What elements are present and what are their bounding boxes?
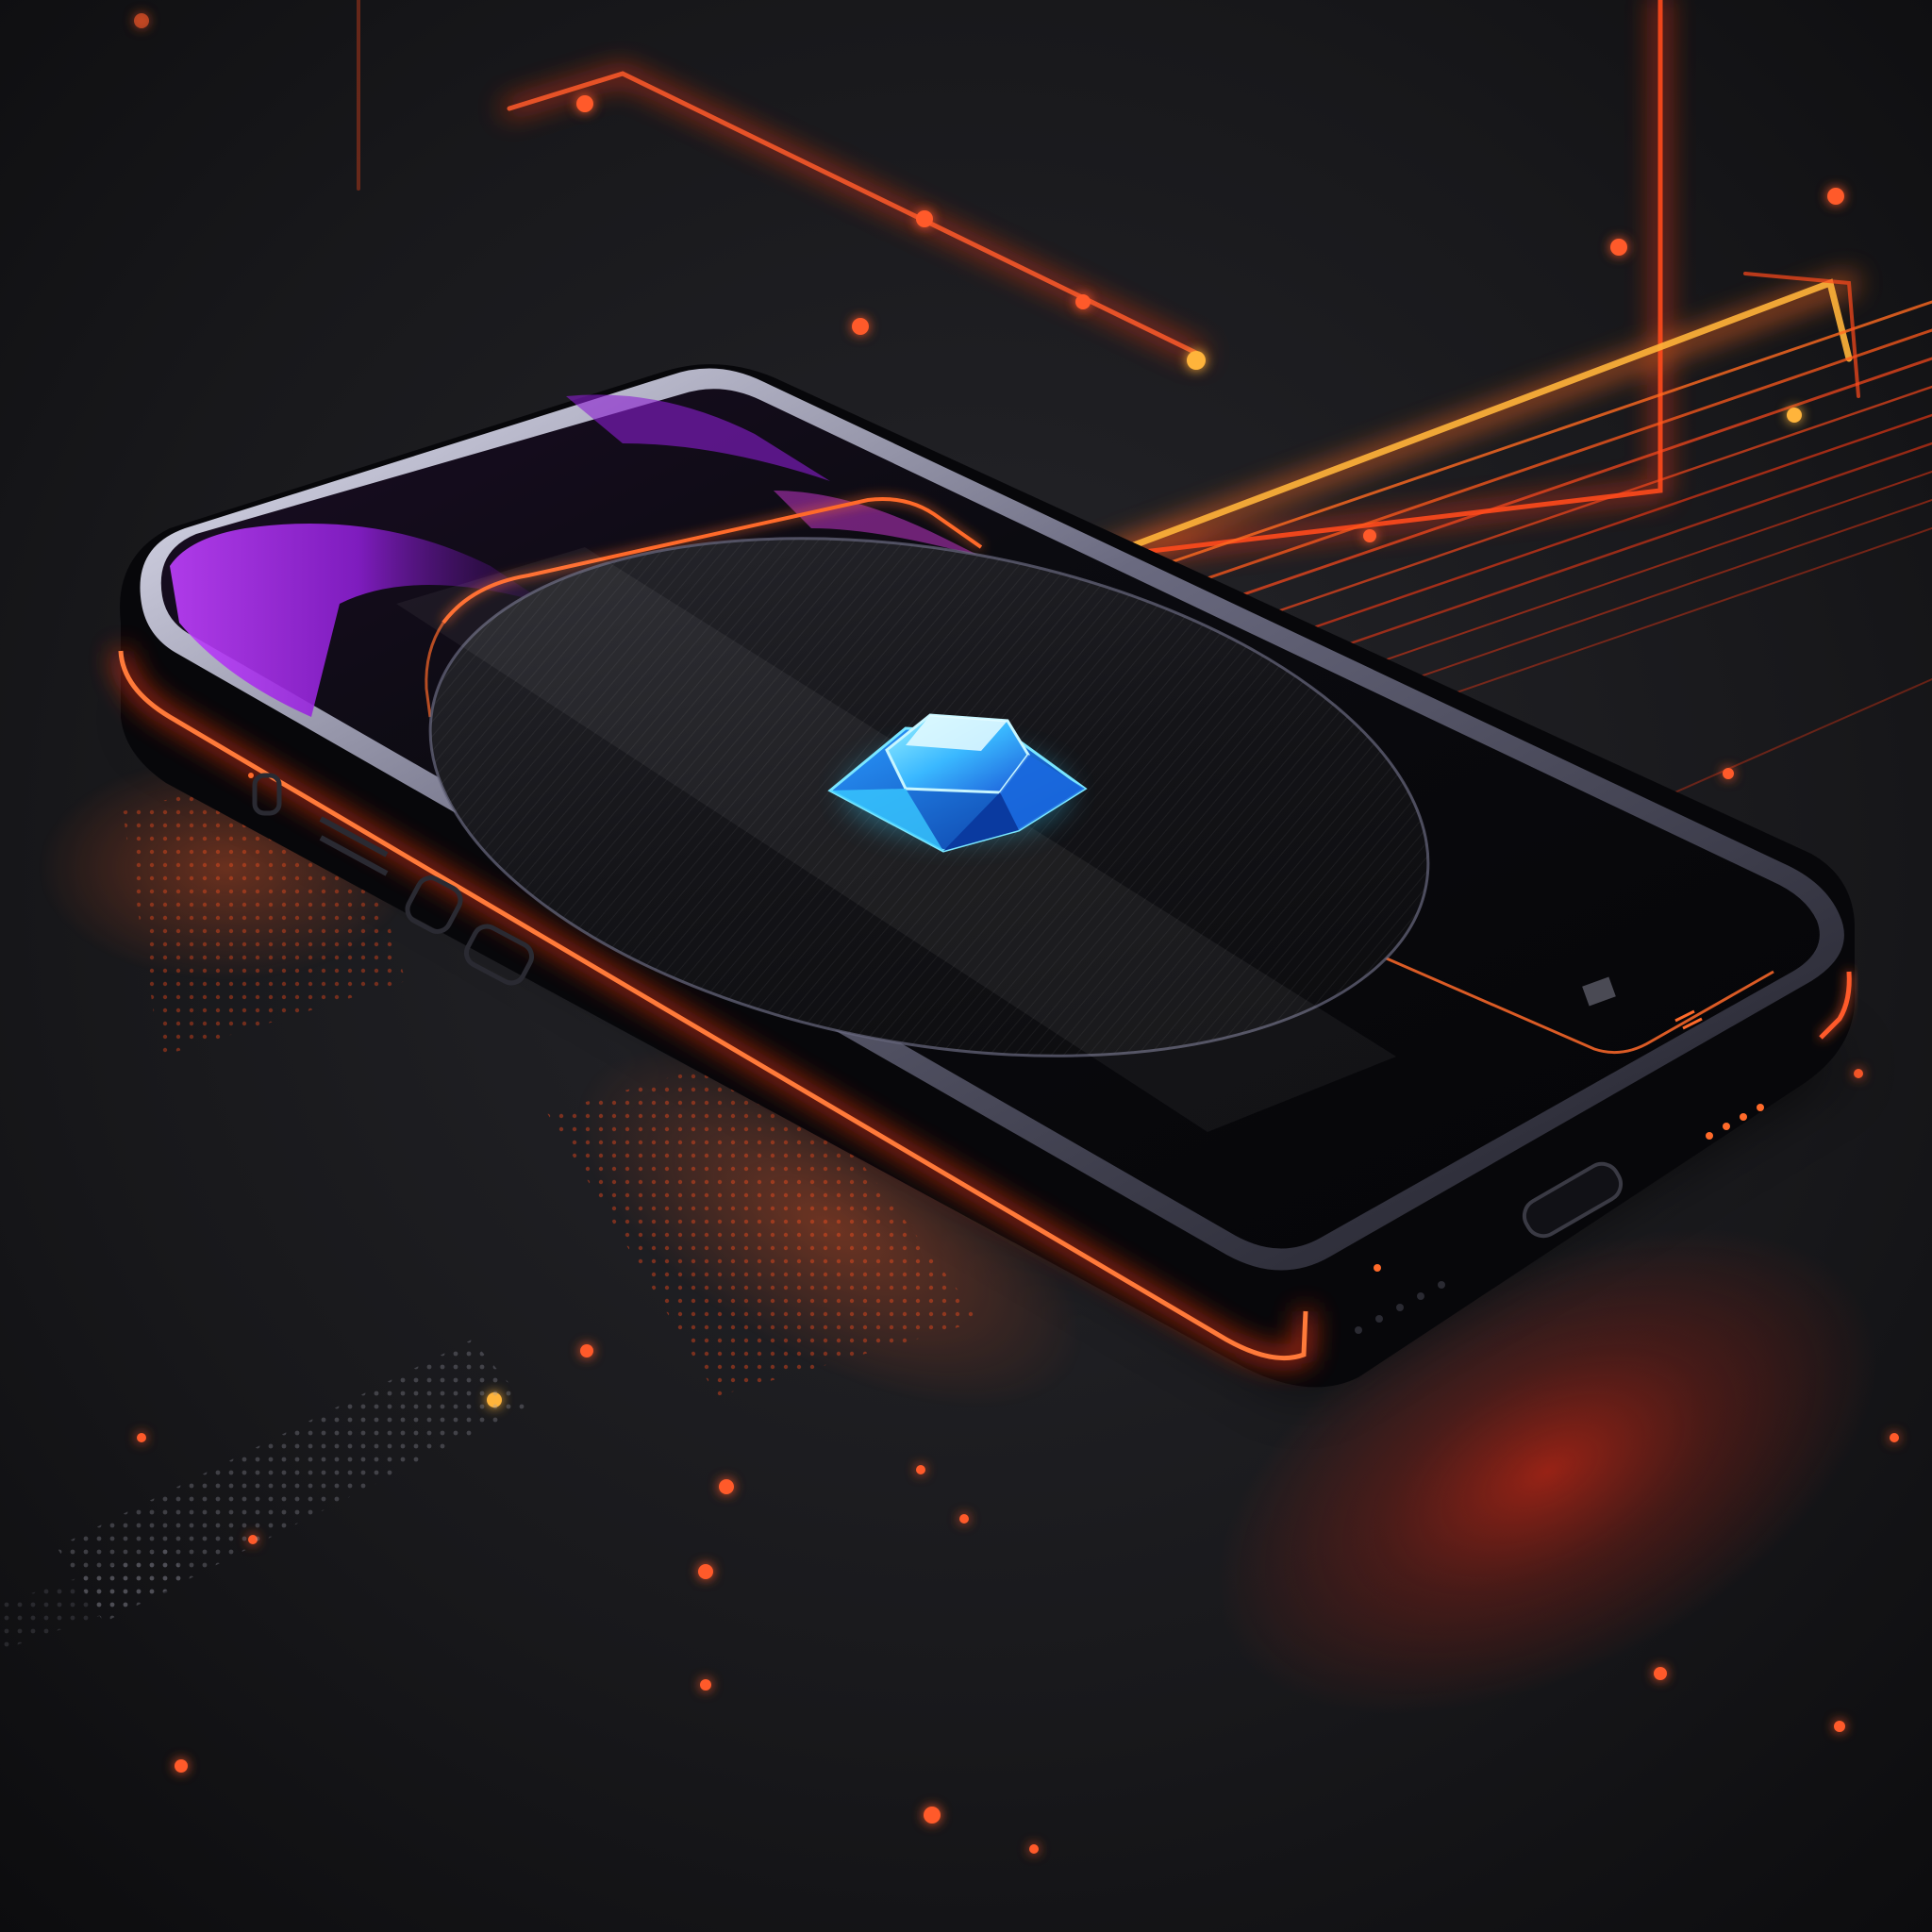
scene-illustration <box>0 0 1932 1932</box>
scene <box>0 0 1932 1932</box>
